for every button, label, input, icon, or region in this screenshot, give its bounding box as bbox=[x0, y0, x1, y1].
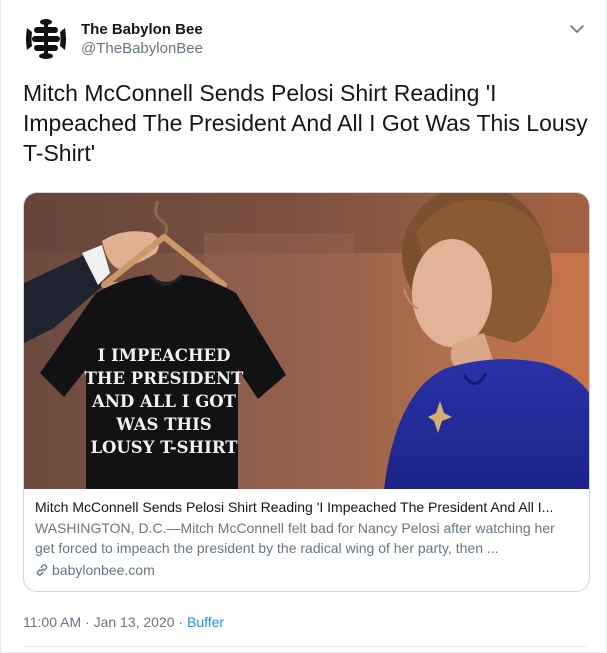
divider bbox=[23, 646, 586, 647]
author-display-name[interactable]: The Babylon Bee bbox=[81, 20, 203, 39]
author-handle[interactable]: @TheBabylonBee bbox=[81, 39, 203, 58]
shirt-line: I IMPEACHED bbox=[98, 346, 231, 365]
shirt-line: AND ALL I GOT bbox=[91, 392, 237, 411]
card-body: Mitch McConnell Sends Pelosi Shirt Readi… bbox=[24, 489, 589, 580]
bee-logo-icon bbox=[26, 19, 66, 59]
shirt-line: THE PRESIDENT bbox=[85, 369, 244, 388]
shirt-text: I IMPEACHED THE PRESIDENT AND ALL I GOT … bbox=[85, 346, 244, 457]
card-description: WASHINGTON, D.C.—Mitch McConnell felt ba… bbox=[35, 520, 555, 556]
author-names: The Babylon Bee @TheBabylonBee bbox=[81, 20, 203, 58]
meta-separator: · bbox=[174, 614, 187, 630]
card-photo: I IMPEACHED THE PRESIDENT AND ALL I GOT … bbox=[24, 193, 589, 489]
chevron-down-icon[interactable] bbox=[568, 20, 586, 38]
avatar[interactable] bbox=[23, 16, 69, 62]
card-domain-text: babylonbee.com bbox=[52, 562, 155, 578]
tweet-text: Mitch McConnell Sends Pelosi Shirt Readi… bbox=[23, 80, 588, 166]
tweet: The Babylon Bee @TheBabylonBee Mitch McC… bbox=[0, 0, 607, 653]
card-domain[interactable]: babylonbee.com bbox=[35, 560, 577, 580]
meta-separator: · bbox=[81, 614, 94, 630]
tweet-time[interactable]: 11:00 AM bbox=[23, 614, 81, 630]
card-image[interactable]: I IMPEACHED THE PRESIDENT AND ALL I GOT … bbox=[24, 193, 589, 489]
card-title[interactable]: Mitch McConnell Sends Pelosi Shirt Readi… bbox=[35, 498, 577, 517]
shirt-line: LOUSY T-SHIRT bbox=[90, 438, 238, 457]
link-card[interactable]: I IMPEACHED THE PRESIDENT AND ALL I GOT … bbox=[23, 192, 590, 592]
tweet-source-link[interactable]: Buffer bbox=[187, 614, 224, 630]
link-icon bbox=[36, 564, 48, 576]
shirt-line: WAS THIS bbox=[115, 415, 211, 434]
tweet-header: The Babylon Bee @TheBabylonBee bbox=[23, 16, 203, 62]
tweet-meta: 11:00 AM · Jan 13, 2020 · Buffer bbox=[23, 614, 224, 630]
tweet-date[interactable]: Jan 13, 2020 bbox=[94, 614, 175, 630]
